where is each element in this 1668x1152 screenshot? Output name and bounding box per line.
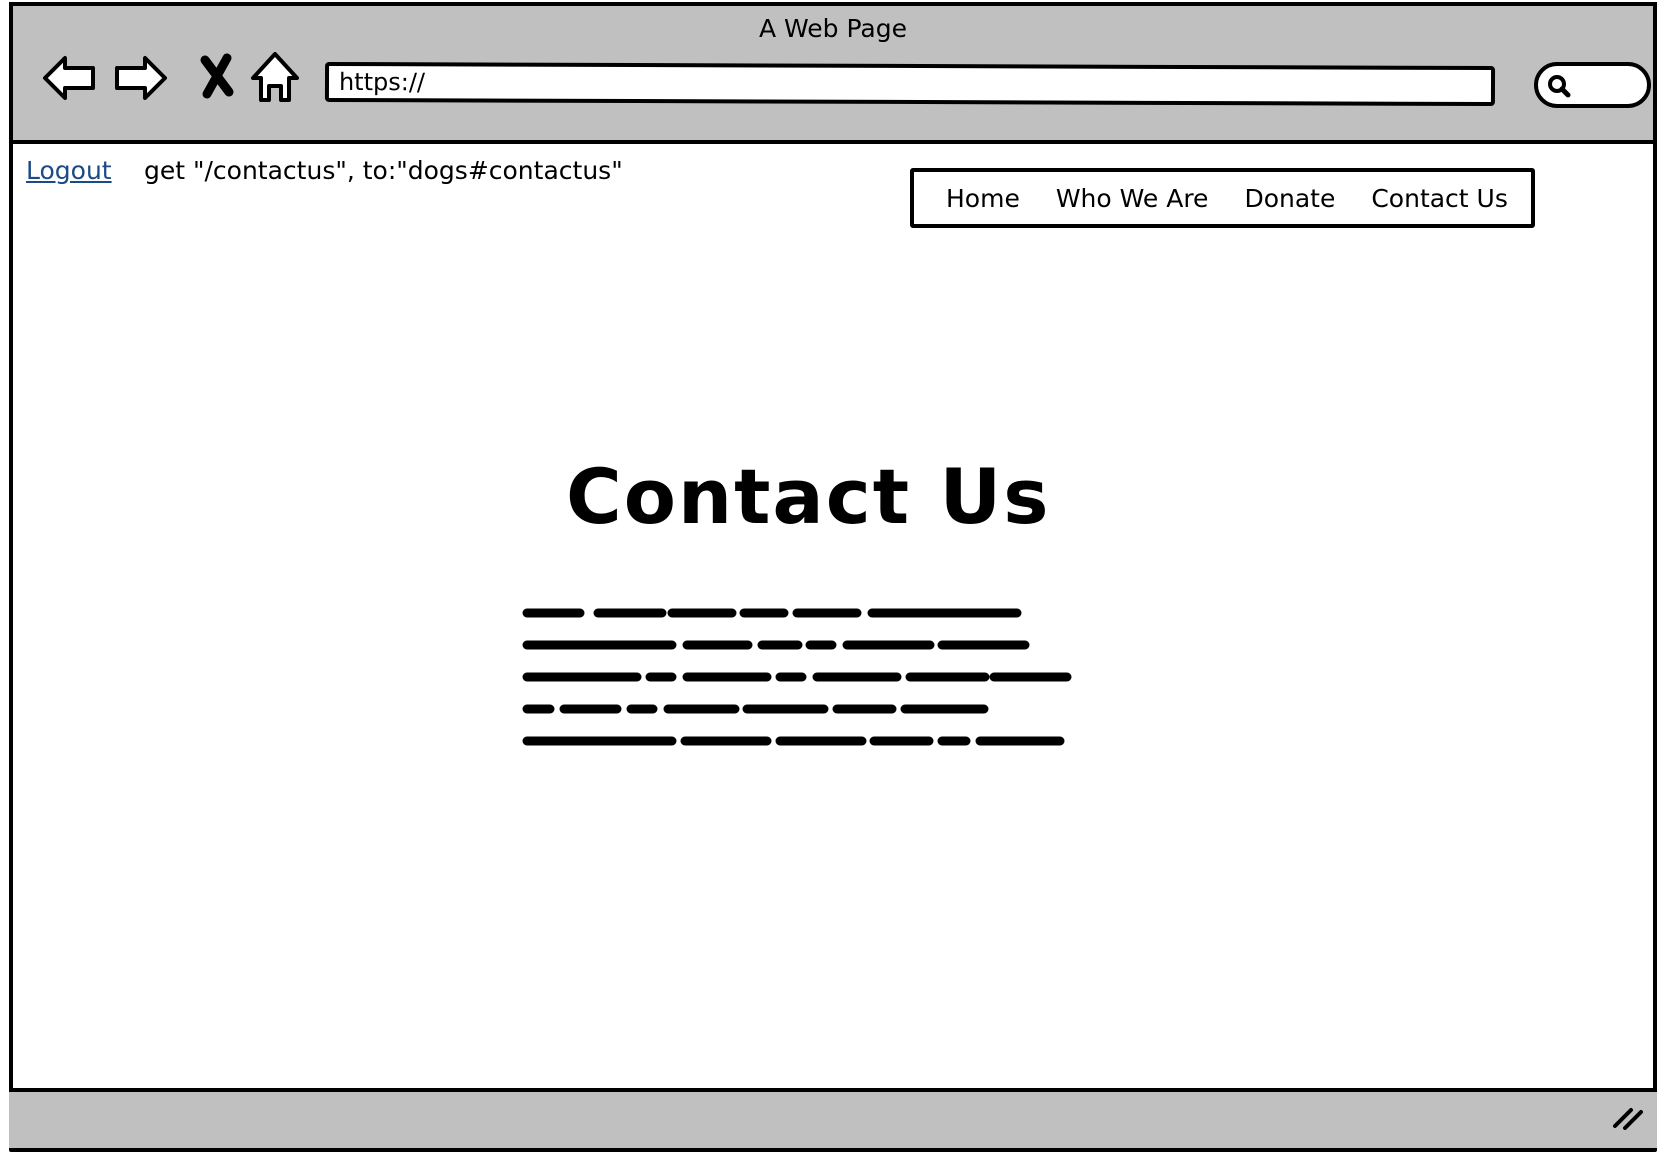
- close-x-icon[interactable]: [189, 48, 249, 108]
- resize-grip-icon[interactable]: [1611, 1104, 1645, 1130]
- url-input[interactable]: https://: [324, 61, 1496, 107]
- forward-arrow-icon[interactable]: [111, 48, 171, 108]
- search-icon: [1548, 75, 1571, 98]
- window-title: A Web Page: [758, 14, 908, 43]
- status-bar: [9, 1088, 1657, 1148]
- placeholder-text-block: [522, 608, 1072, 746]
- page-title: Contact Us: [566, 452, 1051, 541]
- nav-item-who-we-are[interactable]: Who We Are: [1056, 184, 1209, 213]
- main-nav: Home Who We Are Donate Contact Us: [910, 168, 1535, 228]
- search-box[interactable]: [1534, 62, 1651, 108]
- logout-link[interactable]: Logout: [26, 156, 112, 185]
- back-arrow-icon[interactable]: [39, 48, 99, 108]
- home-icon[interactable]: [245, 48, 305, 108]
- nav-item-donate[interactable]: Donate: [1244, 184, 1335, 213]
- nav-item-contact-us[interactable]: Contact Us: [1371, 184, 1508, 213]
- nav-item-home[interactable]: Home: [946, 184, 1020, 213]
- route-annotation: get "/contactus", to:"dogs#contactus": [144, 156, 623, 185]
- browser-toolbar: A Web Page https://: [9, 2, 1657, 144]
